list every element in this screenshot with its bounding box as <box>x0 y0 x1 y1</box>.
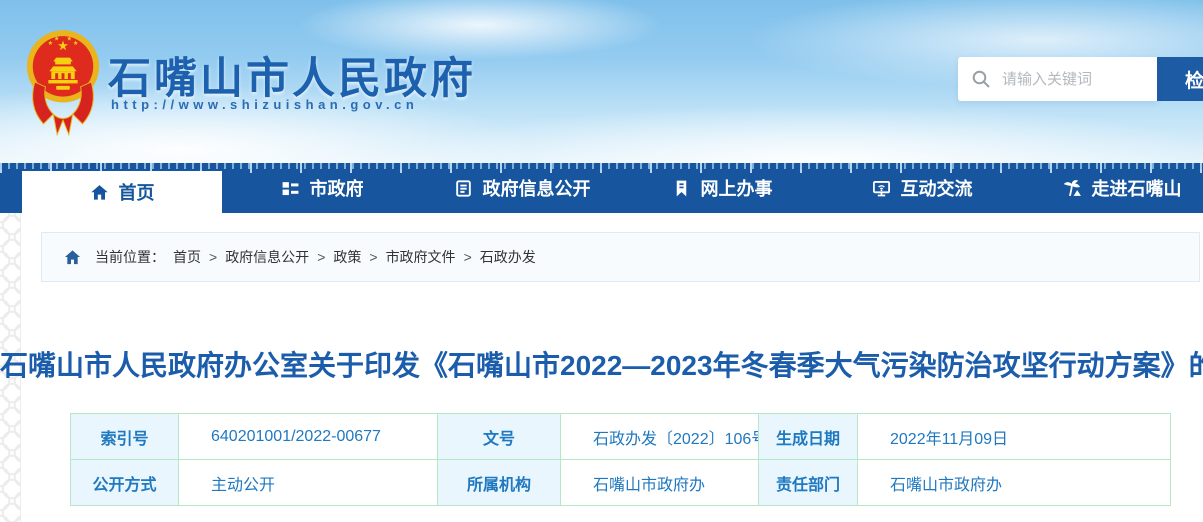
breadcrumb-separator: > <box>209 249 218 265</box>
org-list-icon <box>281 179 300 198</box>
nav-tab-about-shizuishan[interactable]: 走进石嘴山 <box>1022 163 1203 213</box>
breadcrumb-separator: > <box>463 249 472 265</box>
index-number-value: 640201001/2022-00677 <box>178 413 438 460</box>
doc-number-label: 文号 <box>437 413 561 460</box>
main-content: 当前位置： 首页 > 政府信息公开 > 政策 > 市政府文件 > 石政办发 石嘴… <box>0 213 1203 522</box>
article-title: 石嘴山市人民政府办公室关于印发《石嘴山市2022—2023年冬春季大气污染防治攻… <box>0 350 1203 381</box>
resp-department-label: 责任部门 <box>758 459 858 506</box>
document-meta-table: 索引号 640201001/2022-00677 文号 石政办发〔2022〕10… <box>70 413 1171 506</box>
disclosure-mode-label: 公开方式 <box>70 459 179 506</box>
nav-tab-label: 政府信息公开 <box>482 179 591 199</box>
agency-value: 石嘴山市政府办 <box>560 459 759 506</box>
table-row: 索引号 640201001/2022-00677 文号 石政办发〔2022〕10… <box>70 413 1171 460</box>
national-emblem-logo <box>24 24 102 138</box>
nav-tab-city-government[interactable]: 市政府 <box>222 163 422 213</box>
nav-tab-label: 市政府 <box>309 179 364 199</box>
disclosure-mode-value: 主动公开 <box>178 459 438 506</box>
main-nav: 首页 市政府 政府信息公开 网上办事 互动交流 走进石嘴山 <box>0 163 1203 213</box>
nav-tab-home[interactable]: 首页 <box>22 171 222 213</box>
nav-tab-label: 互动交流 <box>900 179 973 199</box>
breadcrumb-link-gov-info[interactable]: 政府信息公开 <box>225 247 309 267</box>
nav-tab-online-services[interactable]: 网上办事 <box>622 163 822 213</box>
breadcrumb: 当前位置： 首页 > 政府信息公开 > 政策 > 市政府文件 > 石政办发 <box>41 232 1200 282</box>
site-url: http://www.shizuishan.gov.cn <box>111 97 419 112</box>
nav-tab-gov-info-disclosure[interactable]: 政府信息公开 <box>422 163 622 213</box>
table-row: 公开方式 主动公开 所属机构 石嘴山市政府办 责任部门 石嘴山市政府办 <box>70 459 1171 506</box>
created-date-value: 2022年11月09日 <box>857 413 1171 460</box>
search-icon <box>971 69 991 89</box>
created-date-label: 生成日期 <box>758 413 858 460</box>
breadcrumb-link-current[interactable]: 石政办发 <box>480 247 536 267</box>
bookmark-icon <box>672 179 691 198</box>
resp-department-value: 石嘴山市政府办 <box>857 459 1171 506</box>
monitor-icon <box>872 179 891 198</box>
nav-tabs: 首页 市政府 政府信息公开 网上办事 互动交流 走进石嘴山 <box>22 163 1203 213</box>
breadcrumb-home-icon <box>64 249 81 266</box>
breadcrumb-prefix: 当前位置： <box>95 249 165 265</box>
home-icon <box>90 183 109 202</box>
breadcrumb-link-city-files[interactable]: 市政府文件 <box>386 247 456 267</box>
agency-label: 所属机构 <box>437 459 561 506</box>
search-box: 检索 <box>958 57 1203 101</box>
breadcrumb-link-home[interactable]: 首页 <box>173 247 201 267</box>
nav-tab-interaction[interactable]: 互动交流 <box>822 163 1022 213</box>
search-button[interactable]: 检索 <box>1157 57 1203 101</box>
breadcrumb-link-policy[interactable]: 政策 <box>333 247 361 267</box>
breadcrumb-separator: > <box>317 249 326 265</box>
breadcrumb-separator: > <box>369 249 378 265</box>
nav-tab-label: 首页 <box>118 183 155 203</box>
index-number-label: 索引号 <box>70 413 179 460</box>
palm-tree-icon <box>1063 179 1082 198</box>
doc-number-value: 石政办发〔2022〕106号 <box>560 413 759 460</box>
site-header: 石嘴山市人民政府 http://www.shizuishan.gov.cn 检索 <box>0 0 1203 163</box>
document-icon <box>454 179 473 198</box>
nav-tab-label: 走进石嘴山 <box>1091 179 1182 199</box>
nav-tab-label: 网上办事 <box>700 179 773 199</box>
